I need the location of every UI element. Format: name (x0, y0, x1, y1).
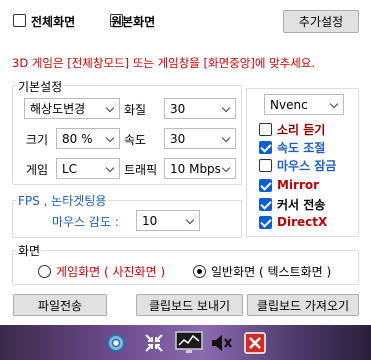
close-x-icon[interactable] (243, 331, 267, 355)
sound-checkbox[interactable] (259, 123, 272, 136)
toolbar-strip (0, 325, 371, 360)
cursor-send-checkbox[interactable] (259, 198, 272, 211)
fullscreen-label: 전체화면 (31, 15, 76, 29)
speed-control-checkbox[interactable] (259, 141, 272, 154)
option-mirror[interactable]: Mirror (259, 178, 319, 192)
mouse-sensitivity-label: 마우스 감도 : (52, 215, 119, 229)
chevron-down-icon (221, 103, 231, 113)
game-label: 게임 (26, 163, 49, 177)
game-select[interactable]: LC (56, 158, 120, 179)
file-transfer-button[interactable]: 파일전송 (13, 294, 107, 316)
original-screen-label: 원본화면 (111, 15, 156, 29)
quality-label: 화질 (124, 103, 147, 117)
normal-screen-radio[interactable] (193, 265, 206, 278)
size-label: 크기 (26, 133, 49, 147)
mouse-lock-checkbox[interactable] (259, 159, 272, 172)
clipboard-get-button[interactable]: 클립보드 가져오기 (247, 294, 359, 316)
clipboard-send-button[interactable]: 클립보드 보내기 (136, 294, 243, 316)
normal-screen-label: 일반화면 ( 텍스트화면 ) (211, 265, 332, 279)
screen-title: 화면 (16, 242, 43, 259)
quality-select[interactable]: 30 (164, 98, 236, 119)
encoder-select[interactable]: Nvenc (264, 94, 344, 115)
sound-label: 소리 듣기 (277, 123, 326, 137)
option-mouse-lock[interactable]: 마우스 잠금 (259, 157, 336, 174)
speed-control-label: 속도 조절 (277, 141, 326, 155)
size-select[interactable]: 80 % (56, 128, 120, 149)
directx-checkbox[interactable] (259, 215, 272, 229)
game-screen-radio-option[interactable]: 게임화면 ( 사진화면 ) (38, 263, 165, 280)
cursor-send-label: 커서 전송 (277, 198, 326, 212)
add-settings-button[interactable]: 추가설정 (283, 10, 359, 33)
option-directx[interactable]: DirectX (259, 215, 327, 229)
mouse-sensitivity-select[interactable]: 10 (136, 210, 200, 231)
normal-screen-radio-option[interactable]: 일반화면 ( 텍스트화면 ) (193, 263, 331, 280)
chevron-down-icon (329, 99, 339, 109)
option-cursor-send[interactable]: 커서 전송 (259, 196, 325, 213)
resolution-select[interactable]: 해상도변경 (24, 98, 120, 119)
chevron-down-icon (185, 215, 195, 225)
traffic-select[interactable]: 10 Mbps (164, 158, 236, 179)
settings-gear-icon[interactable] (104, 331, 128, 355)
collapse-arrows-icon[interactable] (142, 331, 166, 355)
chevron-down-icon (105, 133, 115, 143)
fps-title: FPS , 논타겟팅용 (16, 192, 109, 209)
fullscreen-checkbox[interactable] (13, 14, 26, 27)
chevron-down-icon (105, 103, 115, 113)
notice-text: 3D 게임은 [전체창모드] 또는 게임창을 [화면중앙]에 맞추세요. (12, 56, 316, 70)
directx-label: DirectX (277, 215, 328, 229)
mouse-lock-label: 마우스 잠금 (277, 159, 337, 173)
mirror-checkbox[interactable] (259, 178, 272, 192)
monitor-chart-icon[interactable] (175, 331, 203, 355)
speed-label: 속도 (124, 133, 147, 147)
chevron-down-icon (221, 163, 231, 173)
game-screen-label: 게임화면 ( 사진화면 ) (56, 265, 166, 279)
mute-speaker-icon[interactable] (210, 331, 234, 355)
traffic-label: 트래픽 (124, 163, 158, 177)
option-speed-control[interactable]: 속도 조절 (259, 139, 325, 156)
mirror-label: Mirror (277, 178, 320, 192)
chevron-down-icon (105, 163, 115, 173)
speed-select[interactable]: 30 (164, 128, 236, 149)
option-sound[interactable]: 소리 듣기 (259, 121, 325, 138)
basic-settings-title: 기본설정 (16, 78, 65, 95)
game-screen-radio[interactable] (38, 265, 51, 278)
chevron-down-icon (221, 133, 231, 143)
